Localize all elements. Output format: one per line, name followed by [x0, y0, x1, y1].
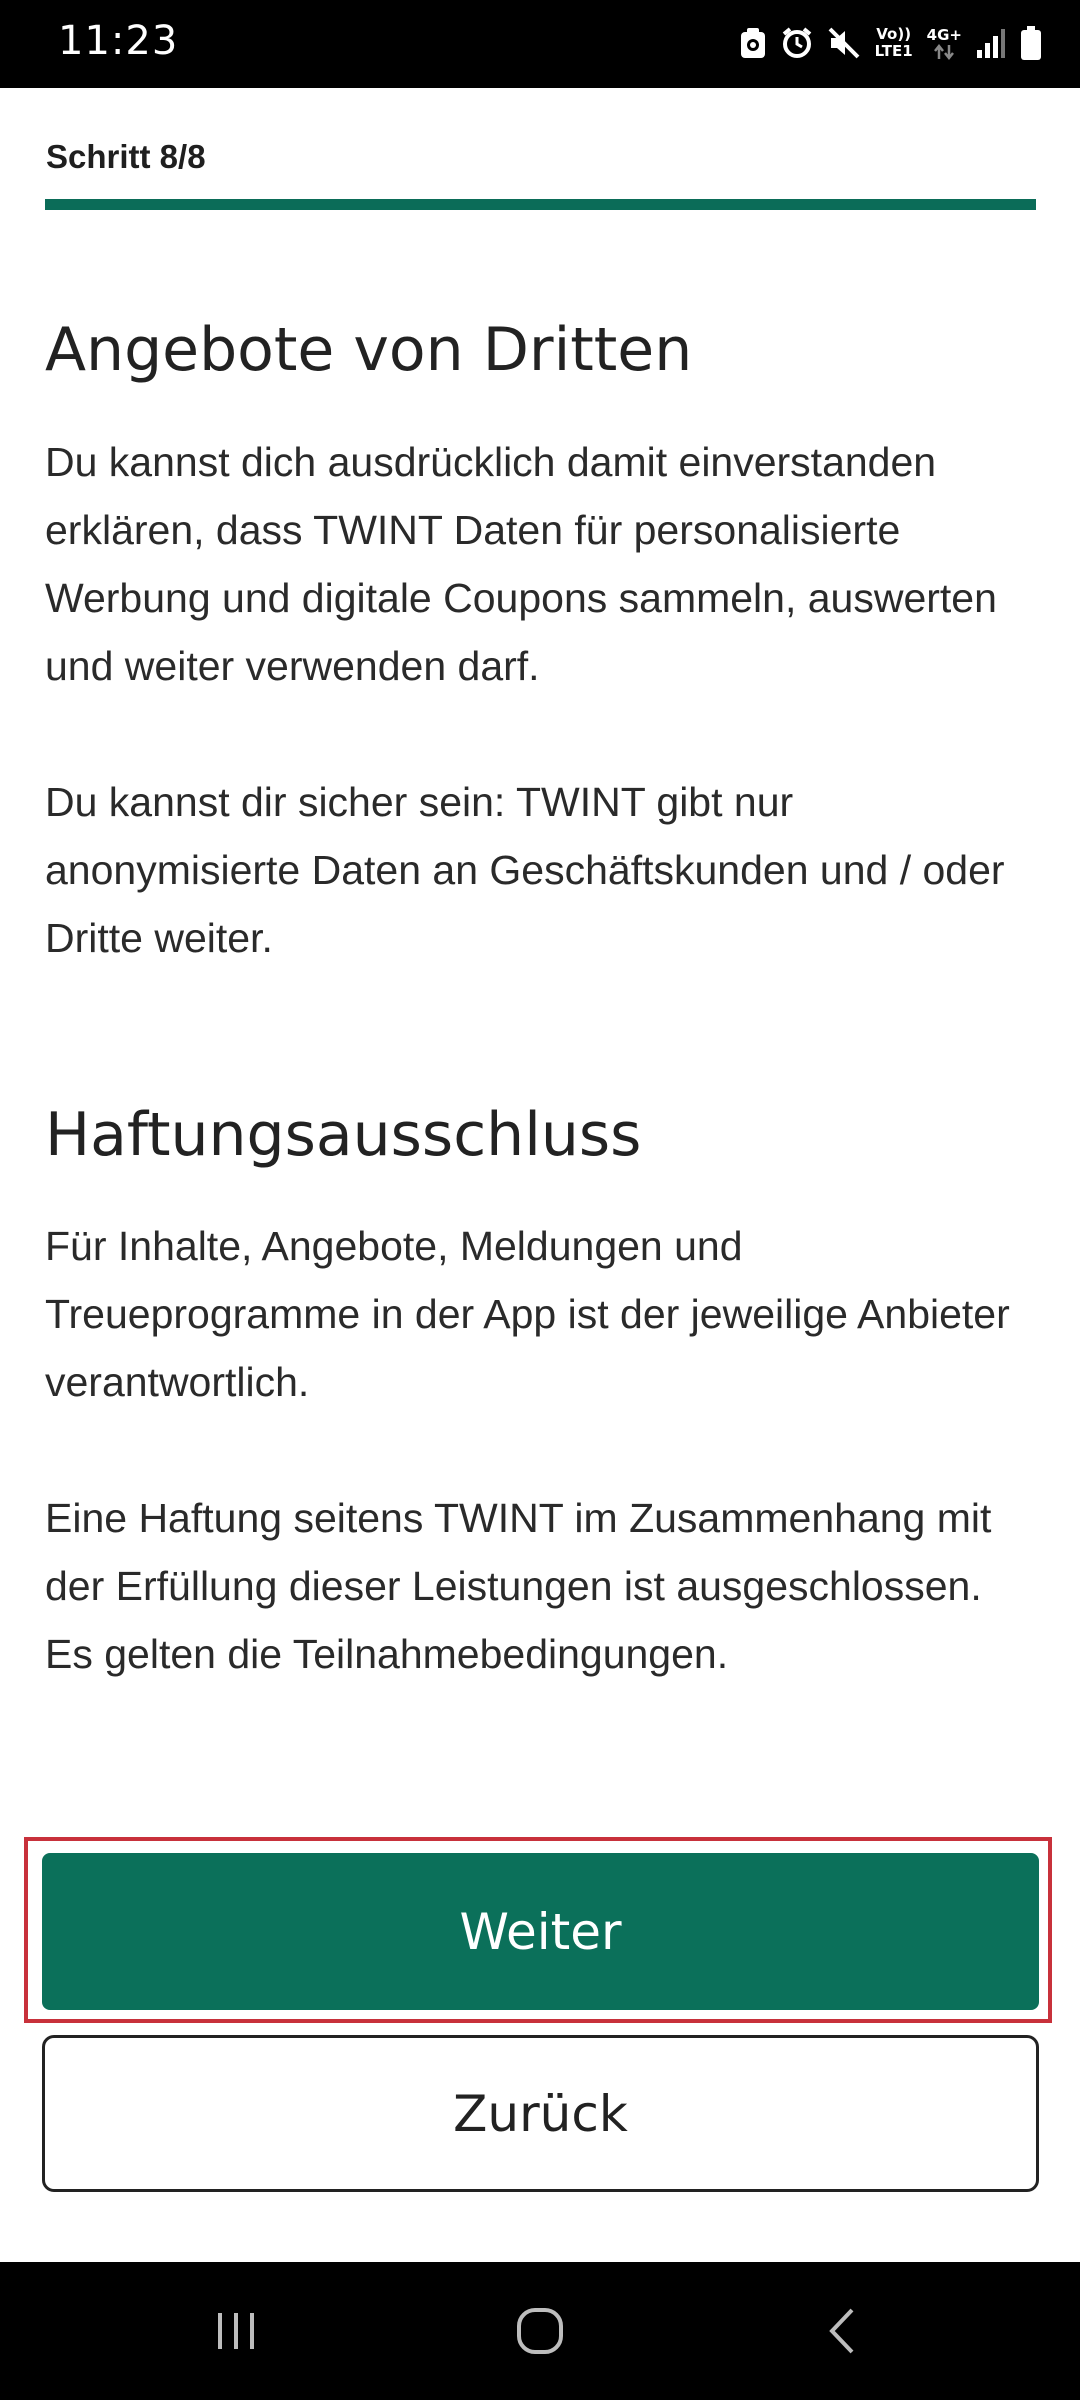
- disclaimer-paragraph-2: Eine Haftung seitens TWINT im Zusammenha…: [45, 1495, 992, 1609]
- disclaimer-paragraph-1: Für Inhalte, Angebote, Meldungen und Tre…: [45, 1223, 1010, 1405]
- screenshot-icon: [739, 26, 767, 60]
- status-time: 11:23: [58, 18, 179, 64]
- third-party-paragraph-2: Du kannst dir sicher sein: TWINT gibt nu…: [45, 779, 1005, 961]
- home-button[interactable]: [440, 2262, 640, 2400]
- progress-bar: [45, 199, 1036, 210]
- progress-bar-fill: [45, 199, 1036, 210]
- recent-apps-button[interactable]: [136, 2262, 336, 2400]
- network-4g-icon: 4G+: [926, 25, 962, 60]
- network-label: 4G+: [926, 25, 962, 44]
- screen: 11:23 Vo)) LTE1 4G+ Schritt 8/8 Angebote…: [0, 0, 1080, 2400]
- nav-bar: [0, 2262, 1080, 2400]
- volte-bottom-label: LTE1: [874, 42, 913, 60]
- third-party-paragraph-1: Du kannst dich ausdrücklich damit einver…: [45, 439, 997, 689]
- section-title-disclaimer: Haftungsausschluss: [45, 1100, 642, 1170]
- status-icons: Vo)) LTE1 4G+: [739, 20, 1042, 66]
- volte-top-label: Vo)): [876, 25, 912, 43]
- signal-icon: [976, 26, 1006, 60]
- nav-back-button[interactable]: [742, 2262, 942, 2400]
- recent-apps-icon: [218, 2313, 254, 2349]
- back-button[interactable]: Zurück: [42, 2035, 1039, 2192]
- home-icon: [517, 2308, 563, 2354]
- volte-icon: Vo)) LTE1: [875, 26, 913, 60]
- section-title-third-party: Angebote von Dritten: [45, 315, 693, 385]
- back-icon: [829, 2308, 854, 2354]
- status-bar: 11:23 Vo)) LTE1 4G+: [0, 0, 1080, 88]
- step-label: Schritt 8/8: [46, 138, 206, 175]
- disclaimer-paragraph-3: Es gelten die Teilnahmebedingungen.: [45, 1631, 729, 1677]
- next-button[interactable]: Weiter: [42, 1853, 1039, 2010]
- alarm-icon: [781, 26, 813, 60]
- battery-icon: [1020, 25, 1042, 61]
- mute-icon: [827, 26, 861, 60]
